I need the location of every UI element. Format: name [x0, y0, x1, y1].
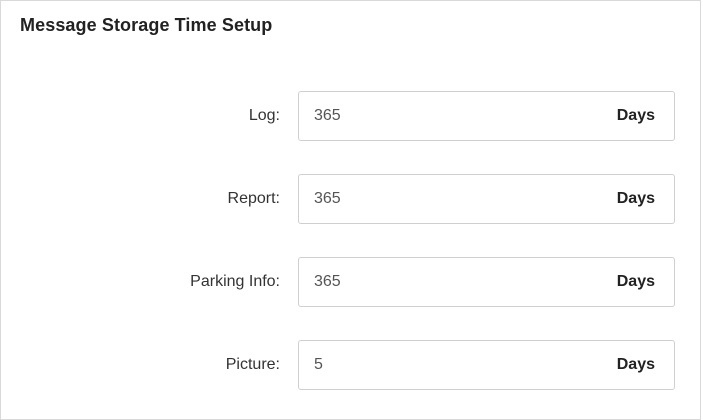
report-row: Report: Days — [1, 174, 702, 224]
log-label: Log: — [248, 107, 280, 124]
log-unit-label: Days — [616, 107, 655, 124]
report-label: Report: — [227, 190, 280, 207]
parking-info-input[interactable] — [314, 258, 564, 306]
log-field[interactable]: Days — [298, 91, 675, 141]
parking-info-label: Parking Info: — [190, 273, 280, 290]
parking-info-row: Parking Info: Days — [1, 257, 702, 307]
picture-unit-label: Days — [616, 356, 655, 373]
report-unit-label: Days — [616, 190, 655, 207]
parking-info-unit-label: Days — [616, 273, 655, 290]
log-input[interactable] — [314, 92, 564, 140]
picture-input[interactable] — [314, 341, 564, 389]
picture-label: Picture: — [225, 356, 280, 373]
report-input[interactable] — [314, 175, 564, 223]
report-field[interactable]: Days — [298, 174, 675, 224]
message-storage-panel: Message Storage Time Setup Log: Days Rep… — [0, 0, 701, 420]
picture-row: Picture: Days — [1, 340, 702, 390]
parking-info-field[interactable]: Days — [298, 257, 675, 307]
panel-title: Message Storage Time Setup — [20, 15, 273, 35]
log-row: Log: Days — [1, 91, 702, 141]
picture-field[interactable]: Days — [298, 340, 675, 390]
